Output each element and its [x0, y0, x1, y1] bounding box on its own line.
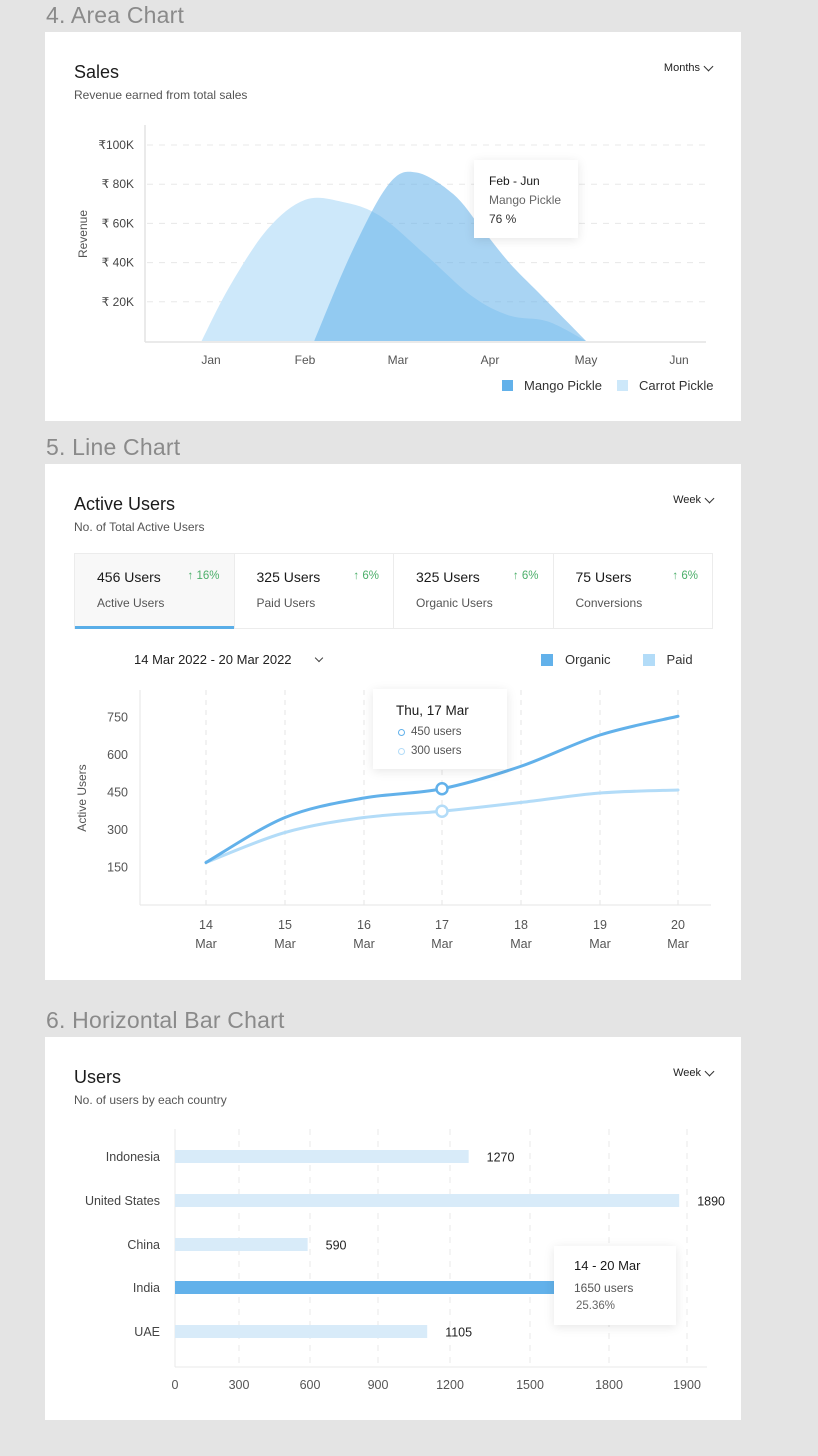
chart-tooltip: Feb - Jun Mango Pickle 76 %: [474, 160, 578, 238]
x-tick-label: May: [575, 353, 598, 367]
legend-swatch: [502, 380, 513, 391]
y-tick-label: ₹ 80K: [102, 177, 134, 191]
tooltip-paid-value: 300 users: [411, 745, 462, 757]
x-tick-month: Mar: [195, 937, 217, 951]
x-tick-month: Mar: [510, 937, 532, 951]
tooltip-percent: 25.36%: [576, 1300, 616, 1312]
bar-chart: 0 300 600 900 1200 1500 1800 1900 Indonesia 1270 U…: [85, 1129, 725, 1392]
users-card: Users No. of users by each country Week …: [45, 1037, 741, 1420]
x-tick-label: Mar: [388, 353, 409, 367]
tooltip-value: 76 %: [489, 212, 517, 226]
x-tick-label: 1800: [595, 1378, 623, 1392]
x-tick-label: 300: [229, 1378, 250, 1392]
x-tick-label: Feb: [295, 353, 316, 367]
x-tick-label: Apr: [481, 353, 500, 367]
bar-united-states: [175, 1194, 680, 1207]
y-axis-title: Active Users: [75, 764, 89, 831]
x-tick-day: 18: [514, 918, 528, 932]
y-tick-label: ₹100K: [98, 138, 134, 152]
x-tick-day: 15: [278, 918, 292, 932]
legend-item-mango[interactable]: Mango Pickle: [502, 378, 602, 393]
y-tick-label: 450: [107, 786, 128, 800]
x-tick-day: 17: [435, 918, 449, 932]
chart-legend: Mango Pickle Carrot Pickle: [502, 378, 713, 393]
y-tick-label: Indonesia: [106, 1150, 160, 1164]
x-tick-day: 19: [593, 918, 607, 932]
bar-value-label: 1270: [487, 1151, 515, 1165]
y-tick-label: 750: [107, 711, 128, 725]
area-chart: ₹ 20K ₹ 40K ₹ 60K ₹ 80K ₹100K Revenue Jan Feb Ma…: [76, 125, 706, 367]
x-tick-month: Mar: [353, 937, 375, 951]
y-tick-label: India: [133, 1281, 160, 1295]
tooltip-organic-value: 450 users: [411, 726, 462, 738]
chart-tooltip: Thu, 17 Mar 450 users 300 users: [373, 689, 507, 769]
y-tick-label: ₹ 40K: [102, 256, 134, 270]
bar-indonesia: [175, 1150, 469, 1163]
bar-india: [175, 1281, 570, 1294]
legend-label: Carrot Pickle: [639, 378, 714, 393]
x-tick-label: 900: [368, 1378, 389, 1392]
sales-card: Sales Revenue earned from total sales Mo…: [45, 32, 741, 421]
y-tick-label: 300: [107, 823, 128, 837]
highlight-point-organic: [435, 782, 449, 796]
tooltip-organic: 450 users: [398, 726, 462, 738]
highlight-point-paid: [435, 804, 449, 818]
x-tick-label: 1500: [516, 1378, 544, 1392]
chart-tooltip: 14 - 20 Mar 1650 users 25.36%: [554, 1246, 676, 1325]
circle-marker-icon: [398, 747, 405, 755]
y-tick-label: China: [127, 1238, 160, 1252]
x-tick-label: 1200: [436, 1378, 464, 1392]
y-tick-label: 150: [107, 861, 128, 875]
active-users-card: Active Users No. of Total Active Users W…: [45, 464, 741, 980]
section-title-line: 5. Line Chart: [46, 434, 181, 460]
tooltip-range: 14 - 20 Mar: [574, 1258, 641, 1273]
legend-item-carrot[interactable]: Carrot Pickle: [617, 378, 713, 393]
x-tick-label: Jun: [669, 353, 688, 367]
bar-value-label: 590: [326, 1239, 347, 1253]
y-tick-label: 600: [107, 748, 128, 762]
tooltip-range: Feb - Jun: [489, 174, 540, 188]
section-title-area: 4. Area Chart: [46, 2, 185, 28]
x-tick-label: 0: [172, 1378, 179, 1392]
bar-value-label: 1105: [445, 1326, 472, 1340]
x-tick-label: 1900: [673, 1378, 701, 1392]
x-tick-month: Mar: [274, 937, 296, 951]
y-tick-label: UAE: [134, 1325, 160, 1339]
x-tick-day: 20: [671, 918, 685, 932]
tooltip-date: Thu, 17 Mar: [396, 703, 469, 718]
bar-china: [175, 1238, 308, 1251]
y-axis-title: Revenue: [76, 210, 90, 258]
y-tick-label: United States: [85, 1194, 160, 1208]
x-tick-label: Jan: [201, 353, 220, 367]
circle-marker-icon: [398, 728, 405, 736]
y-tick-label: ₹ 60K: [102, 216, 134, 230]
tooltip-users: 1650 users: [574, 1281, 634, 1295]
bar-value-label: 1890: [697, 1195, 725, 1209]
section-title-bar: 6. Horizontal Bar Chart: [46, 1007, 285, 1033]
x-tick-label: 600: [300, 1378, 321, 1392]
x-tick-month: Mar: [431, 937, 453, 951]
x-tick-day: 16: [357, 918, 371, 932]
tooltip-series: Mango Pickle: [489, 193, 562, 207]
legend-label: Mango Pickle: [524, 378, 603, 393]
x-tick-day: 14: [199, 918, 213, 932]
bar-uae: [175, 1325, 428, 1338]
y-tick-label: ₹ 20K: [102, 295, 134, 309]
x-tick-month: Mar: [667, 937, 689, 951]
tooltip-paid: 300 users: [398, 745, 462, 757]
legend-swatch: [617, 380, 629, 391]
x-tick-month: Mar: [589, 937, 611, 951]
